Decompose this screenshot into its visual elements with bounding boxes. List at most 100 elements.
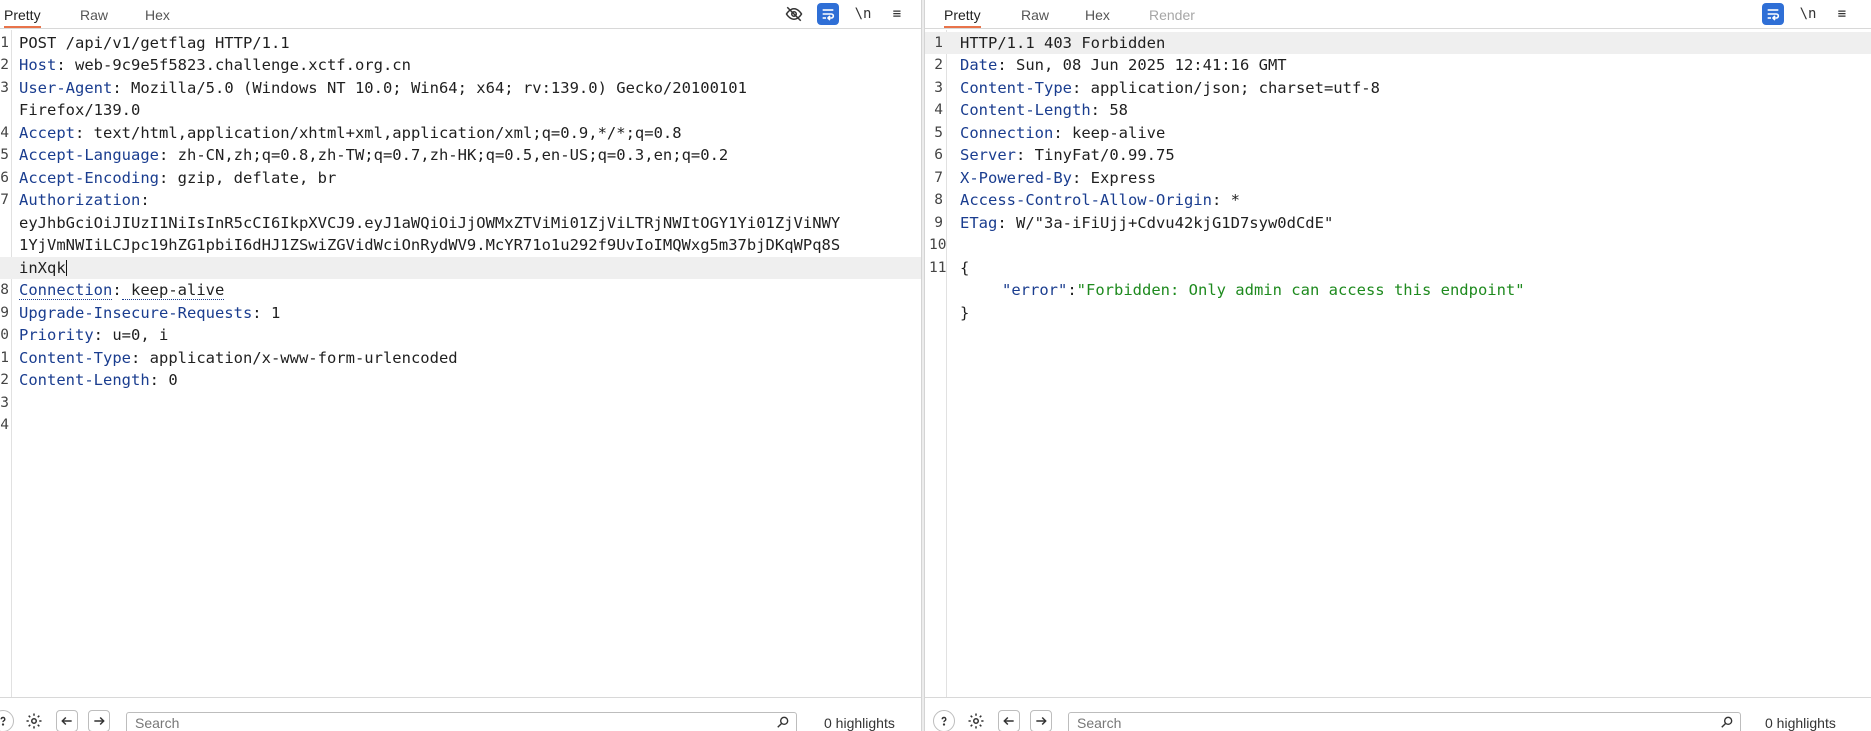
search-icon[interactable] xyxy=(1720,715,1734,731)
line-content: X-Powered-By: Express xyxy=(960,168,1156,187)
line-number: 3 xyxy=(934,79,943,96)
code-line[interactable]: 8 Connection: keep-alive xyxy=(0,279,921,302)
line-content: Connection: keep-alive xyxy=(960,123,1166,142)
line-number: 5 xyxy=(0,147,9,163)
code-line[interactable]: eyJhbGciOiJIUzI1NiIsInR5cCI6IkpXVCJ9.eyJ… xyxy=(0,212,921,235)
line-number: 4 xyxy=(0,417,9,433)
response-tab-hex[interactable]: Hex xyxy=(1085,6,1110,28)
code-line[interactable]: 6 Accept-Encoding: gzip, deflate, br xyxy=(0,167,921,190)
line-number: 11 xyxy=(929,259,947,276)
code-line[interactable]: 1 Content-Type: application/x-www-form-ur… xyxy=(0,347,921,370)
response-tab-raw[interactable]: Raw xyxy=(1021,6,1049,28)
code-line[interactable]: 11 { xyxy=(925,257,1871,280)
json-key: "error" xyxy=(1002,281,1068,299)
response-tabbar: Pretty Raw Hex Render \n ≡ xyxy=(925,0,1871,29)
line-content: eyJhbGciOiJIUzI1NiIsInR5cCI6IkpXVCJ9.eyJ… xyxy=(19,212,840,235)
text-caret xyxy=(65,260,67,276)
line-number: 1 xyxy=(0,349,9,366)
code-line[interactable]: 1 HTTP/1.1 403 Forbidden xyxy=(925,31,1871,54)
code-line[interactable]: 6 Server: TinyFat/0.99.75 xyxy=(925,144,1871,167)
header-name: Access-Control-Allow-Origin xyxy=(960,191,1212,209)
code-line[interactable]: 0 Priority: u=0, i xyxy=(0,324,921,347)
word-wrap-icon[interactable] xyxy=(1762,3,1784,25)
response-search-input[interactable] xyxy=(1069,713,1740,731)
header-name: Content-Length xyxy=(960,101,1091,119)
line-content: Host: web-9c9e5f5823.challenge.xctf.org.… xyxy=(19,56,411,74)
arrow-left-icon[interactable] xyxy=(56,710,78,731)
request-tab-pretty[interactable]: Pretty xyxy=(4,6,41,28)
arrow-right-icon[interactable] xyxy=(1030,710,1052,731)
arrow-left-icon[interactable] xyxy=(998,710,1020,731)
line-number: 8 xyxy=(934,192,943,208)
response-editor[interactable]: 1 HTTP/1.1 403 Forbidden 2 Date: Sun, 08 Ju… xyxy=(925,30,1871,697)
line-number: 5 xyxy=(934,124,943,141)
code-line[interactable]: 1YjVmNWIiLCJpc19hZG1pbiI6dHJ1ZSwiZGVidWc… xyxy=(0,234,921,257)
code-line[interactable]: 3 xyxy=(0,392,921,415)
code-line[interactable]: 2 Host: web-9c9e5f5823.challenge.xctf.org… xyxy=(0,54,921,77)
newline-toggle-button[interactable]: \n xyxy=(1797,3,1819,25)
header-value: 0 xyxy=(159,371,178,389)
line-number: 4 xyxy=(934,102,943,118)
line-number: 2 xyxy=(934,57,943,73)
request-search-input[interactable] xyxy=(127,713,796,731)
response-search-box xyxy=(1068,712,1741,731)
code-line[interactable]: 8 Access-Control-Allow-Origin: * xyxy=(925,189,1871,212)
request-editor[interactable]: 1 POST /api/v1/getflag HTTP/1.1 2 Host: web… xyxy=(0,30,921,697)
code-line[interactable]: "error":"Forbidden: Only admin can acces… xyxy=(925,279,1871,302)
code-line[interactable]: 4 Content-Length: 58 xyxy=(925,99,1871,122)
request-tabbar: Pretty Raw Hex \n ≡ xyxy=(0,0,921,29)
help-icon[interactable] xyxy=(0,710,14,731)
line-content: } xyxy=(960,302,969,325)
code-line[interactable]: 9 Upgrade-Insecure-Requests: 1 xyxy=(0,302,921,325)
code-line[interactable]: 3 Content-Type: application/json; charset… xyxy=(925,77,1871,100)
code-line[interactable]: 5 Accept-Language: zh-CN,zh;q=0.8,zh-TW;q… xyxy=(0,144,921,167)
code-line[interactable]: 2 Date: Sun, 08 Jun 2025 12:41:16 GMT xyxy=(925,54,1871,77)
line-content: Firefox/139.0 xyxy=(19,99,140,122)
gear-icon[interactable] xyxy=(965,710,987,731)
code-line[interactable]: 4 xyxy=(0,414,921,437)
header-value: gzip, deflate, br xyxy=(168,168,337,187)
header-name: Content-Length xyxy=(19,371,150,389)
line-content: Accept: text/html,application/xhtml+xml,… xyxy=(19,123,682,142)
eye-slash-icon[interactable] xyxy=(783,3,805,25)
json-colon: : xyxy=(1067,281,1077,299)
header-name: Connection xyxy=(960,123,1054,142)
menu-icon[interactable]: ≡ xyxy=(1831,3,1853,25)
request-tab-hex[interactable]: Hex xyxy=(145,6,170,28)
code-line[interactable]: 2 Content-Length: 0 xyxy=(0,369,921,392)
request-tab-raw[interactable]: Raw xyxy=(80,6,108,28)
menu-icon[interactable]: ≡ xyxy=(886,3,908,25)
word-wrap-icon[interactable] xyxy=(817,3,839,25)
code-line[interactable]: 4 Accept: text/html,application/xhtml+xml… xyxy=(0,122,921,145)
response-pane: Pretty Raw Hex Render \n ≡ 1 HTTP/1.1 403… xyxy=(925,0,1871,731)
gear-icon[interactable] xyxy=(23,710,45,731)
code-line[interactable]: 7 X-Powered-By: Express xyxy=(925,167,1871,190)
line-number: 3 xyxy=(0,79,9,96)
newline-toggle-button[interactable]: \n xyxy=(852,3,874,25)
code-line[interactable]: 7 Authorization: xyxy=(0,189,921,212)
code-line[interactable]: 5 Connection: keep-alive xyxy=(925,122,1871,145)
line-number: 0 xyxy=(0,327,9,343)
code-line[interactable]: 1 POST /api/v1/getflag HTTP/1.1 xyxy=(0,32,921,55)
code-line[interactable]: 10 xyxy=(925,234,1871,257)
line-content: Connection: keep-alive xyxy=(19,281,225,300)
code-line[interactable]: inXqk xyxy=(0,256,921,279)
header-name: Content-Type xyxy=(19,348,131,367)
line-number: 4 xyxy=(0,124,9,141)
search-icon[interactable] xyxy=(776,715,790,731)
line-number: 1 xyxy=(0,34,9,51)
code-line[interactable]: Firefox/139.0 xyxy=(0,99,921,122)
code-line[interactable]: 3 User-Agent: Mozilla/5.0 (Windows NT 10.… xyxy=(0,77,921,100)
code-line[interactable]: } xyxy=(925,302,1871,325)
line-content: 1YjVmNWIiLCJpc19hZG1pbiI6dHJ1ZSwiZGVidWc… xyxy=(19,234,840,257)
arrow-right-icon[interactable] xyxy=(88,710,110,731)
response-tab-render[interactable]: Render xyxy=(1149,6,1195,28)
header-name: Authorization xyxy=(19,191,141,209)
code-line[interactable]: 9 ETag: W/"3a-iFiUjj+Cdvu42kjG1D7syw0dCdE… xyxy=(925,212,1871,235)
line-number: 3 xyxy=(0,394,9,411)
response-tab-pretty[interactable]: Pretty xyxy=(944,6,981,28)
help-icon[interactable] xyxy=(933,710,955,731)
header-name: Host xyxy=(19,56,57,74)
line-number: 7 xyxy=(0,192,9,208)
request-search-box xyxy=(126,712,797,731)
